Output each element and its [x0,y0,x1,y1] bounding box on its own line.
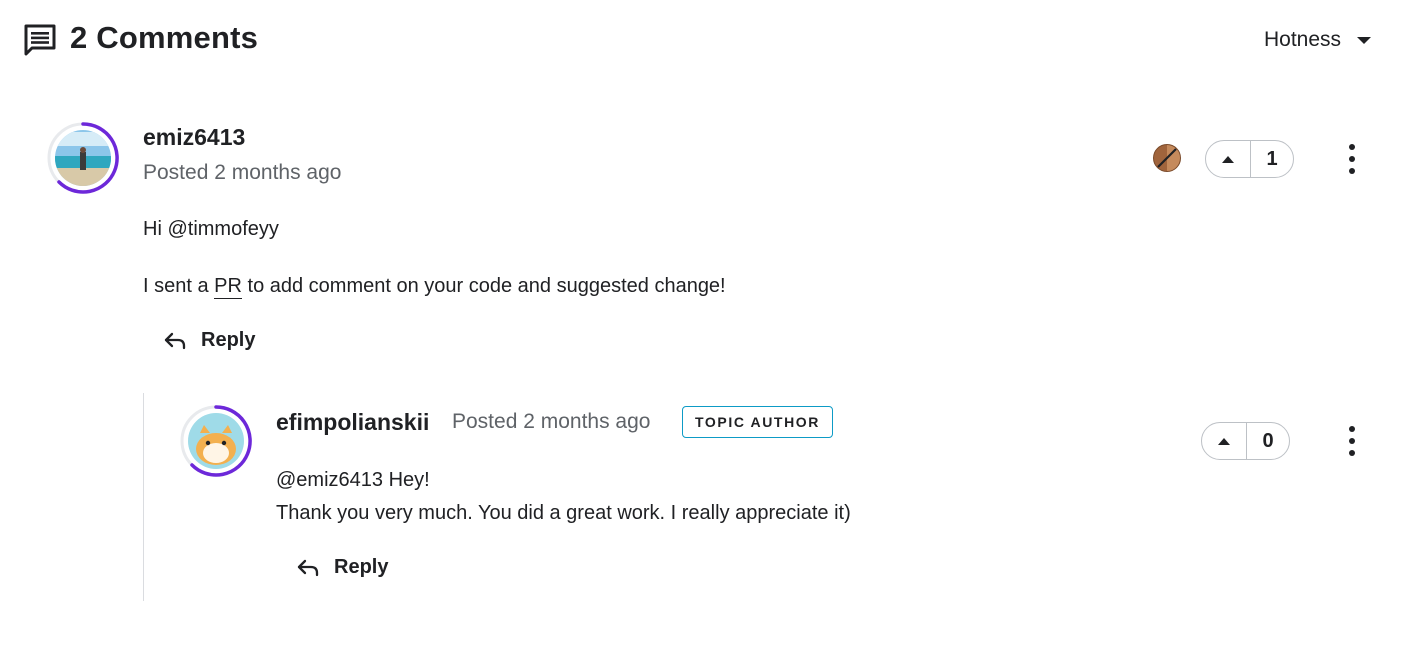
comment-body-line: @emiz6413 Hey! [276,464,430,497]
more-options-button[interactable] [1342,144,1362,174]
sort-label: Hotness [1264,28,1342,51]
kebab-dot [1349,438,1355,444]
bronze-medal-icon[interactable] [1152,143,1182,173]
more-options-button[interactable] [1342,426,1362,456]
sort-dropdown[interactable]: Hotness [1264,26,1372,54]
topic-author-badge: TOPIC AUTHOR [682,406,833,438]
body-text: I sent a [143,275,215,297]
kebab-dot [1349,156,1355,162]
comment-body-line: Thank you very much. You did a great wor… [276,502,851,524]
pr-link[interactable]: PR [214,275,242,299]
kebab-dot [1349,144,1355,150]
comments-icon [24,24,56,56]
avatar[interactable] [180,405,252,477]
comments-count-title: 2 Comments [70,20,259,55]
reply-label: Reply [201,328,256,351]
vote-count: 0 [1262,429,1274,452]
body-text: to add comment on your code and suggeste… [241,275,726,297]
comment-body-line: I sent a PR to add comment on your code … [143,270,726,303]
kebab-dot [1349,168,1355,174]
upvote-button[interactable] [1202,423,1247,459]
upvote-button[interactable] [1206,141,1251,177]
comment-posted-time[interactable]: Posted 2 months ago [452,410,650,434]
body-text: Hey! [383,469,430,491]
vote-count: 1 [1266,147,1278,170]
user-mention[interactable]: @emiz6413 [276,469,383,491]
comment-username[interactable]: efimpolianskii [276,409,429,436]
reply-label: Reply [334,555,389,578]
vote-widget: 1 [1205,140,1294,178]
reply-arrow-icon [164,332,186,350]
reply-arrow-icon [297,559,319,577]
reply-button[interactable]: Reply [296,555,388,579]
thread-line [143,393,144,601]
user-mention[interactable]: @timmofeyy [167,218,278,240]
comment-posted-time[interactable]: Posted 2 months ago [143,161,341,185]
vote-widget: 0 [1201,422,1290,460]
caret-down-icon [1357,36,1372,44]
avatar[interactable] [47,122,119,194]
kebab-dot [1349,426,1355,432]
caret-up-icon [1222,155,1234,163]
caret-up-icon [1218,437,1230,445]
reply-button[interactable]: Reply [163,328,255,352]
comment-body-line: Hi @timmofeyy [143,213,279,246]
greeting-text: Hi [143,218,168,240]
kebab-dot [1349,450,1355,456]
comment-username[interactable]: emiz6413 [143,124,245,151]
